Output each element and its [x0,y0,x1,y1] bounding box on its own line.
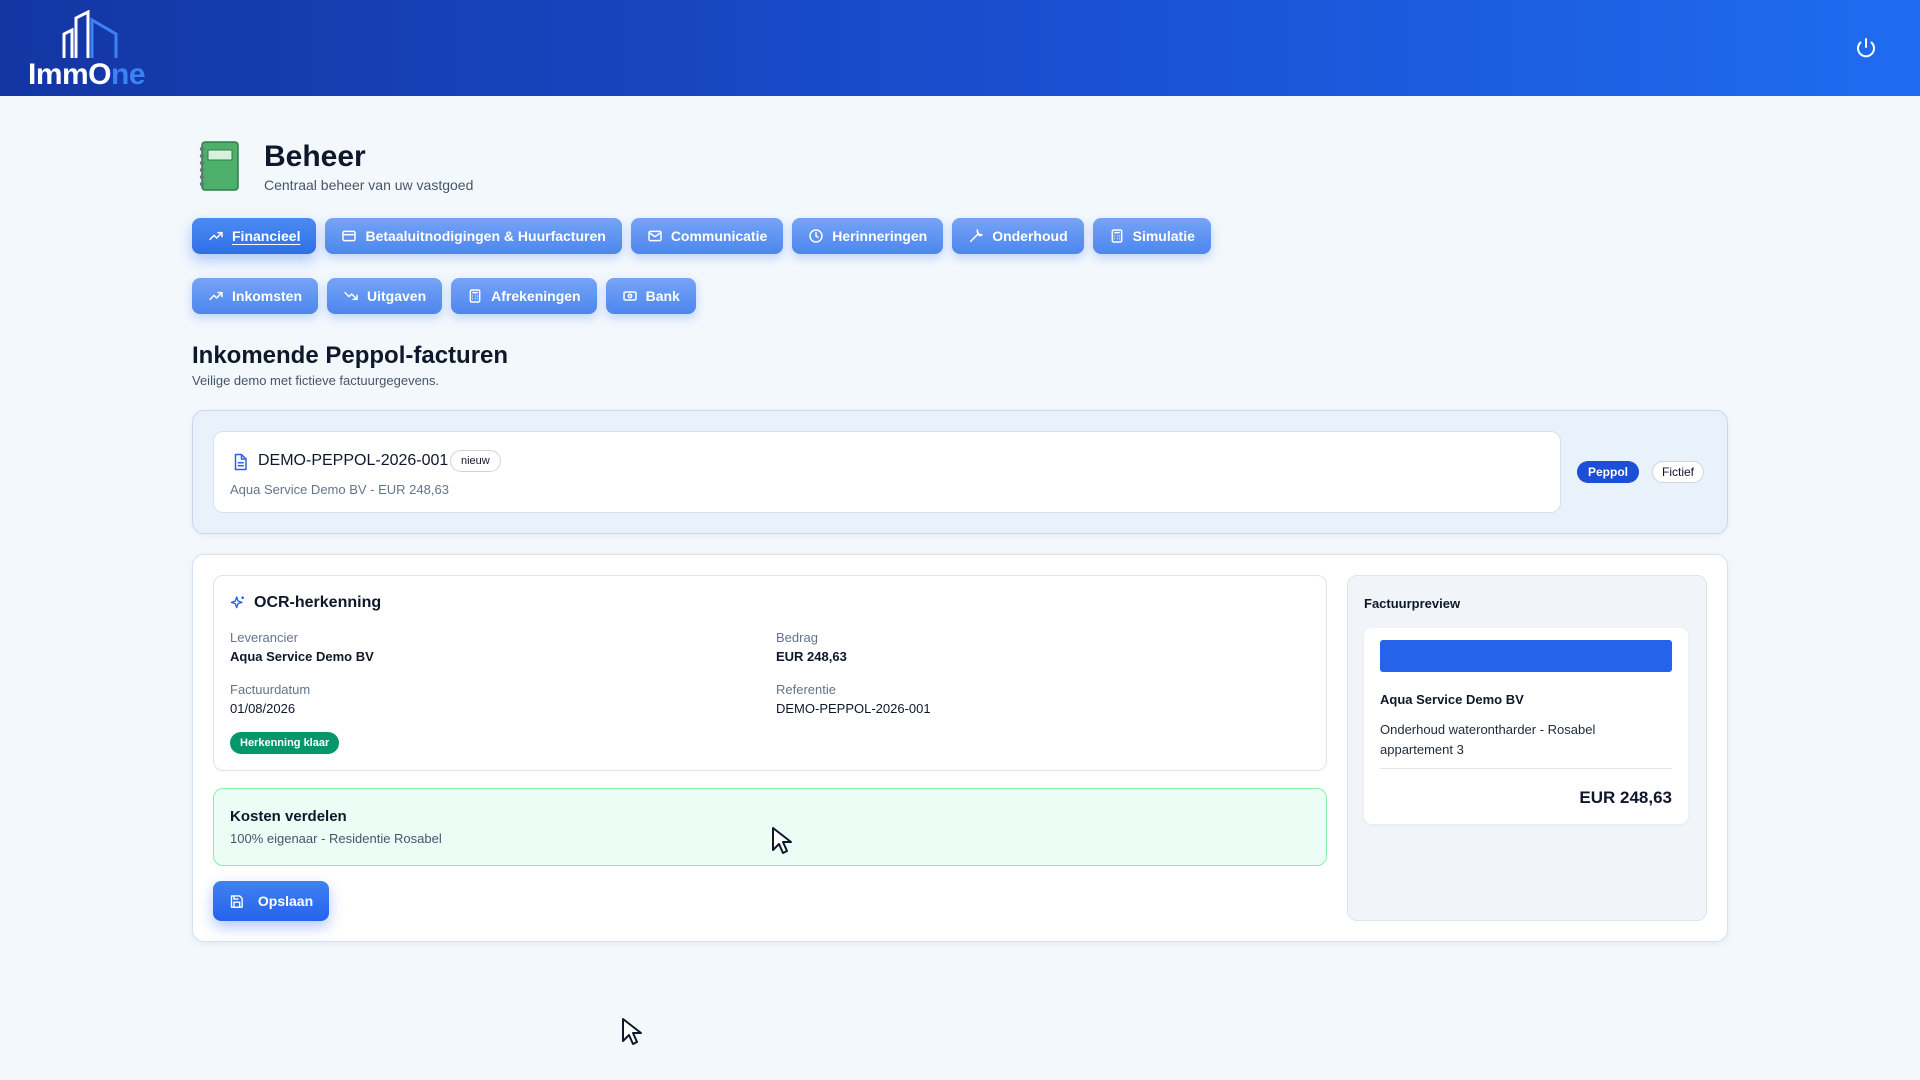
tab-uitgaven[interactable]: Uitgaven [327,278,443,314]
reference-field: Referentie DEMO-PEPPOL-2026-001 [776,682,931,716]
ocr-status-badge: Herkenning klaar [230,732,340,754]
invoice-date-field: Factuurdatum 01/08/2026 [230,682,310,716]
invoice-list: DEMO-PEPPOL-2026-001 nieuw Aqua Service … [192,410,1728,534]
mouse-cursor-icon [772,827,792,854]
power-icon [1857,38,1875,58]
supplier-value: Aqua Service Demo BV [230,649,374,664]
mail-icon [648,230,662,242]
notebook-icon [196,140,240,192]
trending-up-icon [209,231,223,241]
cost-split-subtitle: 100% eigenaar - Residentie Rosabel [230,831,442,846]
main-tabs: Financieel Betaaluitnodigingen & Huurfac… [192,218,1211,254]
tab-inkomsten[interactable]: Inkomsten [192,278,319,314]
immone-logo[interactable]: ImmOne [28,10,158,91]
preview-supplier: Aqua Service Demo BV [1380,692,1524,707]
amount-value: EUR 248,63 [776,649,847,664]
peppol-pill: Peppol [1577,461,1640,483]
save-button[interactable]: Opslaan [213,881,329,921]
trending-down-icon [344,291,358,301]
page-title: Beheer [264,140,366,173]
top-navigation-bar: ImmOne [0,0,1920,96]
new-badge: nieuw [450,450,501,472]
file-text-icon [234,453,247,471]
tab-communicatie[interactable]: Communicatie [630,218,784,254]
save-icon [230,894,243,908]
clock-icon [809,229,824,243]
credit-card-icon [342,230,357,242]
fictief-pill: Fictief [1652,461,1705,483]
amount-field: Bedrag EUR 248,63 [776,630,847,664]
logo-wordmark: ImmOne [28,58,146,91]
tab-betaaluitnodigingen[interactable]: Betaaluitnodigingen & Huurfacturen [325,218,622,254]
sub-tabs: Inkomsten Uitgaven Afrekeningen Bank [192,278,696,314]
page-header: Beheer Centraal beheer van uw vastgoed [192,136,792,196]
invoice-preview-document: Aqua Service Demo BV Onderhoud wateronth… [1364,628,1688,824]
supplier-label: Leverancier [230,630,298,645]
supplier-field: Leverancier Aqua Service Demo BV [230,630,374,664]
wrench-icon [970,229,983,243]
invoice-detail: OCR-herkenning Leverancier Aqua Service … [192,554,1728,942]
tab-onderhoud[interactable]: Onderhoud [952,218,1084,254]
tab-bank[interactable]: Bank [605,278,696,314]
amount-label: Bedrag [776,630,818,645]
section-subtitle: Veilige demo met fictieve factuurgegeven… [192,373,440,388]
page-subtitle: Centraal beheer van uw vastgoed [264,177,474,193]
mouse-cursor-icon [622,1018,642,1045]
power-logout-button[interactable] [1852,34,1880,62]
ocr-header: OCR-herkenning [230,594,381,612]
section-title: Inkomende Peppol-facturen [192,342,509,369]
invoice-date-label: Factuurdatum [230,682,311,697]
tab-herinneringen[interactable]: Herinneringen [792,218,944,254]
invoice-number: DEMO-PEPPOL-2026-001 [258,452,449,469]
preview-amount: EUR 248,63 [1579,788,1672,807]
building-logo-icon [62,10,118,58]
banknote-icon [622,291,637,301]
tab-afrekeningen[interactable]: Afrekeningen [451,278,597,314]
ocr-panel: OCR-herkenning Leverancier Aqua Service … [213,575,1327,771]
preview-description: Onderhoud waterontharder - Rosabel appar… [1380,722,1596,757]
preview-title: Factuurpreview [1364,596,1461,611]
trending-up-icon [209,291,223,301]
invoice-meta: Aqua Service Demo BV - EUR 248,63 [230,482,449,497]
sparkles-icon [230,596,244,609]
save-label: Opslaan [257,893,314,909]
calculator-icon [469,289,481,303]
preview-divider [1380,768,1672,769]
tab-financieel[interactable]: Financieel [192,218,317,254]
ocr-title: OCR-herkenning [254,594,382,611]
calculator-icon [1111,229,1123,243]
tab-simulatie[interactable]: Simulatie [1092,218,1211,254]
invoice-list-item[interactable]: DEMO-PEPPOL-2026-001 nieuw Aqua Service … [213,431,1561,513]
reference-label: Referentie [776,682,836,697]
cost-split-title: Kosten verdelen [230,808,347,825]
reference-value: DEMO-PEPPOL-2026-001 [776,701,931,716]
preview-header-bar [1380,640,1672,672]
invoice-preview-panel: Factuurpreview Aqua Service Demo BV Onde… [1347,575,1707,921]
invoice-date-value: 01/08/2026 [230,701,296,716]
